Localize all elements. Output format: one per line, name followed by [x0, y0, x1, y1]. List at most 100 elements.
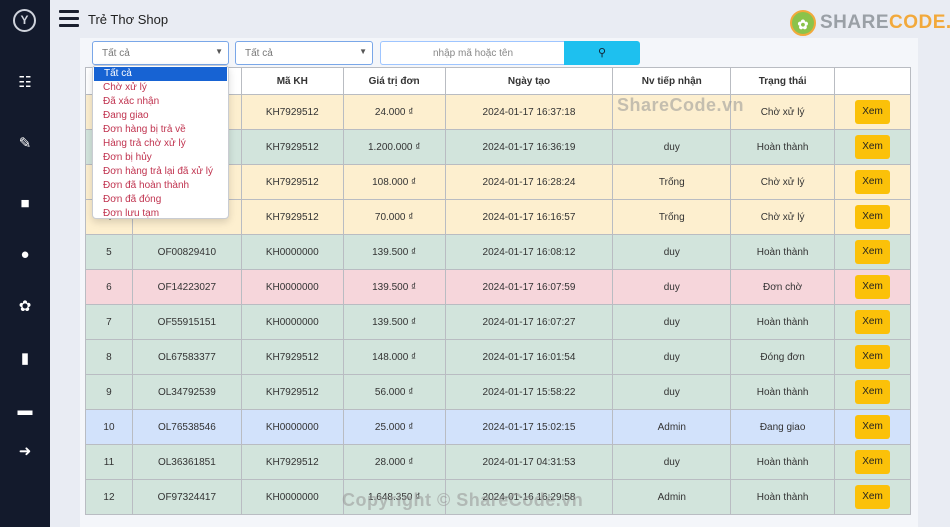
view-button[interactable]: Xem [855, 450, 891, 474]
view-button[interactable]: Xem [855, 100, 891, 124]
dropdown-option[interactable]: Chờ xử lý [93, 81, 228, 95]
order-code: OF55915151 [131, 304, 242, 340]
logout-icon[interactable]: ➜ [15, 442, 35, 462]
order-code: OL36361851 [131, 444, 242, 480]
search-input[interactable]: nhập mã hoặc tên [380, 41, 565, 65]
created-date: 2024-01-17 16:16:57 [444, 199, 614, 235]
dropdown-option[interactable]: Đơn đã đóng [93, 193, 228, 207]
action-cell: Xem [834, 199, 911, 235]
order-value: 70.000 ₫ [342, 199, 446, 235]
dropdown-option[interactable]: Đơn lưu tạm [93, 207, 228, 221]
created-date: 2024-01-17 15:02:15 [444, 409, 614, 445]
staff-name: duy [612, 444, 732, 480]
sharecode-logo-text: SHARECODE.vn [820, 12, 950, 33]
row-number: 7 [85, 304, 133, 340]
order-code: OL67583377 [131, 339, 242, 375]
view-button[interactable]: Xem [855, 275, 891, 299]
customer-code: KH0000000 [240, 269, 344, 305]
list-check-icon[interactable]: ☷ [15, 73, 35, 93]
order-status: Hoàn thành [730, 444, 836, 480]
created-date: 2024-01-17 16:36:19 [444, 129, 614, 165]
chevron-down-icon: ▼ [359, 47, 367, 56]
table-row: 7 OF55915151 KH0000000 139.500 ₫ 2024-01-17 … [85, 304, 911, 340]
order-code: OF97324417 [131, 479, 242, 515]
order-value: 139.500 ₫ [342, 269, 446, 305]
staff-name: duy [612, 339, 732, 375]
discount-icon[interactable]: ✿ [15, 297, 35, 317]
customer-code: KH7929512 [240, 374, 344, 410]
staff-name: duy [612, 269, 732, 305]
dropdown-option[interactable]: Đơn bị hủy [93, 151, 228, 165]
order-value: 139.500 ₫ [342, 234, 446, 270]
column-header-staff: Nv tiếp nhận [612, 67, 732, 95]
dropdown-option[interactable]: Đang giao [93, 109, 228, 123]
customer-code: KH7929512 [240, 199, 344, 235]
row-number: 12 [85, 479, 133, 515]
shopping-bag-icon[interactable]: ■ [15, 194, 35, 214]
sharecode-logo: ✿ SHARECODE.vn [790, 8, 950, 38]
order-status: Hoàn thành [730, 479, 836, 515]
action-cell: Xem [834, 479, 911, 515]
table-row: 6 OF14223027 KH0000000 139.500 ₫ 2024-01-17 … [85, 269, 911, 305]
view-button[interactable]: Xem [855, 170, 891, 194]
row-number: 11 [85, 444, 133, 480]
view-button[interactable]: Xem [855, 380, 891, 404]
row-number: 8 [85, 339, 133, 375]
dropdown-option[interactable]: Đơn hàng bị trả về [93, 123, 228, 137]
action-cell: Xem [834, 409, 911, 445]
chevron-down-icon: ▼ [215, 47, 223, 56]
dropdown-option[interactable]: Tất cả [94, 67, 227, 81]
dropdown-option[interactable]: Đã xác nhận [93, 95, 228, 109]
users-icon[interactable]: ● [15, 245, 35, 265]
order-value: 56.000 ₫ [342, 374, 446, 410]
action-cell: Xem [834, 94, 911, 130]
order-value: 25.000 ₫ [342, 409, 446, 445]
customer-code: KH0000000 [240, 409, 344, 445]
file-edit-icon[interactable]: ✎ [15, 134, 35, 154]
order-code: OL76538546 [131, 409, 242, 445]
ticket-icon[interactable]: ▬ [15, 401, 35, 421]
customer-code: KH7929512 [240, 339, 344, 375]
order-status: Hoàn thành [730, 374, 836, 410]
table-row: 10 OL76538546 KH0000000 25.000 ₫ 2024-01-17 … [85, 409, 911, 445]
hamburger-menu-icon[interactable] [59, 10, 79, 27]
view-button[interactable]: Xem [855, 485, 891, 509]
order-code: OF14223027 [131, 269, 242, 305]
dropdown-option[interactable]: Đơn hàng trả lại đã xử lý [93, 165, 228, 179]
view-button[interactable]: Xem [855, 135, 891, 159]
dropdown-option[interactable]: Hàng trả chờ xử lý [93, 137, 228, 151]
customer-code: KH7929512 [240, 164, 344, 200]
view-button[interactable]: Xem [855, 240, 891, 264]
dropdown-option[interactable]: Đơn đã hoàn thành [93, 179, 228, 193]
copyright-watermark: Copyright © ShareCode.vn [342, 490, 584, 510]
view-button[interactable]: Xem [855, 310, 891, 334]
created-date: 2024-01-17 16:28:24 [444, 164, 614, 200]
book-icon[interactable]: ▮ [15, 349, 35, 369]
status-filter-select[interactable]: Tất cả ▼ [92, 41, 229, 65]
staff-name: Admin [612, 409, 732, 445]
search-icon: ⚲ [597, 47, 607, 59]
action-cell: Xem [834, 374, 911, 410]
order-value: 108.000 ₫ [342, 164, 446, 200]
order-value: 1.200.000 ₫ [342, 129, 446, 165]
action-cell: Xem [834, 234, 911, 270]
view-button[interactable]: Xem [855, 345, 891, 369]
column-header-order-value: Giá trị đơn [342, 67, 446, 95]
search-button[interactable]: ⚲ [564, 41, 640, 65]
staff-name: duy [612, 234, 732, 270]
sharecode-logo-icon: ✿ [790, 10, 816, 36]
order-value: 28.000 ₫ [342, 444, 446, 480]
action-cell: Xem [834, 304, 911, 340]
sidebar: Y ☷ ✎ ■ ● ✿ ▮ ▬ ➜ [0, 0, 50, 527]
second-filter-select[interactable]: Tất cả ▼ [235, 41, 373, 65]
customer-code: KH7929512 [240, 444, 344, 480]
watermark-text: ShareCode.vn [617, 95, 745, 115]
view-button[interactable]: Xem [855, 415, 891, 439]
tree-logo-icon[interactable]: Y [13, 9, 36, 32]
customer-code: KH7929512 [240, 94, 344, 130]
view-button[interactable]: Xem [855, 205, 891, 229]
status-dropdown-menu: Tất cả Chờ xử lý Đã xác nhận Đang giao Đơn h… [92, 65, 229, 219]
table-row: 9 OL34792539 KH7929512 56.000 ₫ 2024-01-17 1… [85, 374, 911, 410]
status-filter-value: Tất cả [102, 48, 130, 59]
column-header-created-date: Ngày tạo [444, 67, 614, 95]
